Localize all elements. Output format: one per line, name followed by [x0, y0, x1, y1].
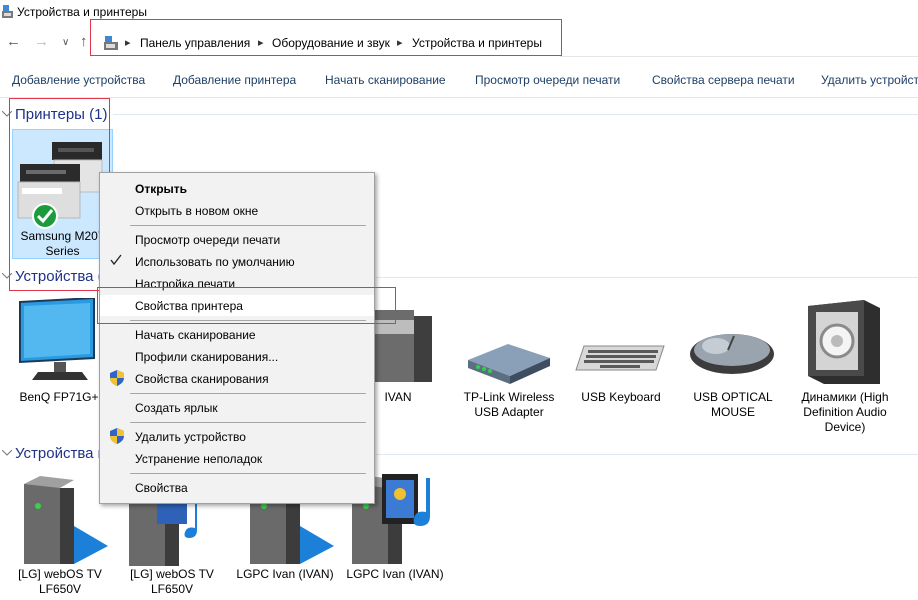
device-label[interactable]: [LG] webOS TV LF650V	[126, 567, 218, 597]
menu-item-open[interactable]: Открыть	[100, 178, 374, 199]
device-label[interactable]: USB OPTICAL MOUSE	[684, 390, 782, 420]
printer-label[interactable]: Samsung M207 Series	[12, 229, 113, 259]
printer-label-line: Series	[45, 244, 80, 258]
multimedia-group-title[interactable]: Устройства м	[15, 445, 108, 462]
menu-item-start-scan[interactable]: Начать сканирование	[100, 324, 374, 345]
remove-device-button[interactable]: Удалить устройство	[821, 73, 918, 87]
device-label[interactable]: [LG] webOS TV LF650V	[14, 567, 106, 597]
forward-button[interactable]: →	[34, 33, 49, 50]
device-label-line: Definition Audio	[803, 405, 887, 419]
device-label-line: USB OPTICAL	[693, 390, 773, 404]
menu-item-scan-profiles[interactable]: Профили сканирования...	[100, 346, 374, 367]
speaker-icon[interactable]	[804, 298, 884, 386]
media-server-icon[interactable]	[22, 474, 108, 566]
printer-label-line: Samsung M207	[20, 229, 105, 243]
device-label-line: LF650V	[38, 582, 82, 596]
keyboard-icon[interactable]	[574, 344, 666, 374]
menu-separator	[130, 225, 366, 226]
breadcrumb-separator-icon: ▸	[258, 37, 264, 49]
up-button[interactable]: ↑	[80, 33, 88, 50]
menu-item-properties[interactable]: Свойства	[100, 477, 374, 498]
device-label[interactable]: BenQ FP71G+	[18, 390, 100, 405]
menu-item-scan-properties[interactable]: Свойства сканирования	[100, 368, 374, 389]
printer-icon[interactable]	[16, 138, 106, 230]
uac-shield-icon	[110, 370, 124, 386]
device-label-line: MOUSE	[710, 405, 755, 419]
device-label-line: IVAN	[384, 390, 412, 404]
device-label-line: TP-Link Wireless	[463, 390, 555, 404]
device-label-line: [LG] webOS TV	[130, 567, 214, 581]
group-divider	[376, 277, 918, 278]
menu-separator	[130, 422, 366, 423]
device-label-line: Динамики (High	[801, 390, 889, 404]
add-device-button[interactable]: Добавление устройства	[12, 73, 145, 87]
printer-properties-highlight	[97, 287, 396, 324]
devices-printers-icon	[2, 5, 13, 18]
device-label[interactable]: TP-Link Wireless USB Adapter	[456, 390, 562, 420]
group-divider	[113, 114, 918, 115]
device-label-line: USB Keyboard	[581, 390, 661, 404]
menu-item-set-default[interactable]: Использовать по умолчанию	[100, 251, 374, 272]
menu-item-label: Открыть	[135, 182, 188, 196]
monitor-icon[interactable]	[18, 298, 98, 382]
device-label-line: BenQ FP71G+	[19, 390, 99, 404]
devices-group-title[interactable]: Устройства (	[15, 268, 103, 285]
address-bar-border	[560, 56, 918, 57]
print-server-properties-button[interactable]: Свойства сервера печати	[652, 73, 795, 87]
breadcrumb-devices-printers[interactable]: Устройства и принтеры	[412, 36, 542, 50]
breadcrumb-separator-icon: ▸	[397, 37, 403, 49]
device-label-line: LGPC Ivan (IVAN)	[346, 567, 444, 581]
device-label[interactable]: IVAN	[376, 390, 420, 405]
menu-separator	[130, 393, 366, 394]
context-menu: Открыть Открыть в новом окне Просмотр оч…	[99, 172, 375, 504]
view-print-queue-button[interactable]: Просмотр очереди печати	[475, 73, 620, 87]
menu-item-create-shortcut[interactable]: Создать ярлык	[100, 397, 374, 418]
device-label-line: USB Adapter	[474, 405, 544, 419]
start-scan-button[interactable]: Начать сканирование	[325, 73, 446, 87]
media-renderer-icon[interactable]	[127, 496, 217, 566]
back-button[interactable]: ←	[6, 33, 21, 50]
menu-separator	[130, 473, 366, 474]
menu-item-label: Создать ярлык	[135, 401, 218, 415]
group-divider	[376, 454, 918, 455]
recent-locations-chevron-icon[interactable]: ∨	[62, 37, 69, 48]
menu-item-label: Просмотр очереди печати	[135, 233, 281, 247]
breadcrumb-separator-icon: ▸	[125, 37, 131, 49]
device-label-line: Device)	[824, 420, 866, 434]
menu-item-label: Использовать по умолчанию	[135, 255, 295, 269]
uac-shield-icon	[110, 428, 124, 444]
device-label[interactable]: Динамики (High Definition Audio Device)	[794, 390, 896, 435]
command-toolbar: Добавление устройства Добавление принтер…	[0, 64, 918, 98]
menu-item-label: Открыть в новом окне	[135, 204, 259, 218]
collapse-chevron-icon[interactable]	[2, 273, 12, 279]
menu-item-label: Удалить устройство	[135, 430, 246, 444]
mouse-icon[interactable]	[688, 328, 776, 376]
control-panel-icon	[104, 36, 118, 50]
breadcrumb-control-panel[interactable]: Панель управления	[140, 36, 250, 50]
menu-item-troubleshoot[interactable]: Устранение неполадок	[100, 448, 374, 469]
wireless-adapter-icon[interactable]	[464, 342, 554, 386]
menu-item-label: Начать сканирование	[135, 328, 256, 342]
device-label-line: LF650V	[150, 582, 194, 596]
menu-item-label: Устранение неполадок	[135, 452, 263, 466]
menu-item-label: Свойства	[135, 481, 188, 495]
device-label-line: LGPC Ivan (IVAN)	[236, 567, 334, 581]
menu-item-label: Профили сканирования...	[135, 350, 279, 364]
add-printer-button[interactable]: Добавление принтера	[173, 73, 296, 87]
window-title: Устройства и принтеры	[17, 5, 147, 19]
device-label-line: [LG] webOS TV	[18, 567, 102, 581]
device-label[interactable]: USB Keyboard	[570, 390, 672, 405]
menu-item-view-print-queue[interactable]: Просмотр очереди печати	[100, 229, 374, 250]
menu-item-remove-device[interactable]: Удалить устройство	[100, 426, 374, 447]
breadcrumb-hardware-sound[interactable]: Оборудование и звук	[272, 36, 390, 50]
devices-and-printers-window: Устройства и принтеры ← → ∨ ↑ ▸ Панель у…	[0, 0, 918, 600]
collapse-chevron-icon[interactable]	[2, 450, 12, 456]
device-label[interactable]: LGPC Ivan (IVAN)	[234, 567, 336, 582]
checkmark-icon	[110, 254, 122, 266]
device-label[interactable]: LGPC Ivan (IVAN)	[344, 567, 446, 582]
menu-item-label: Свойства сканирования	[135, 372, 269, 386]
menu-item-open-new-window[interactable]: Открыть в новом окне	[100, 200, 374, 221]
